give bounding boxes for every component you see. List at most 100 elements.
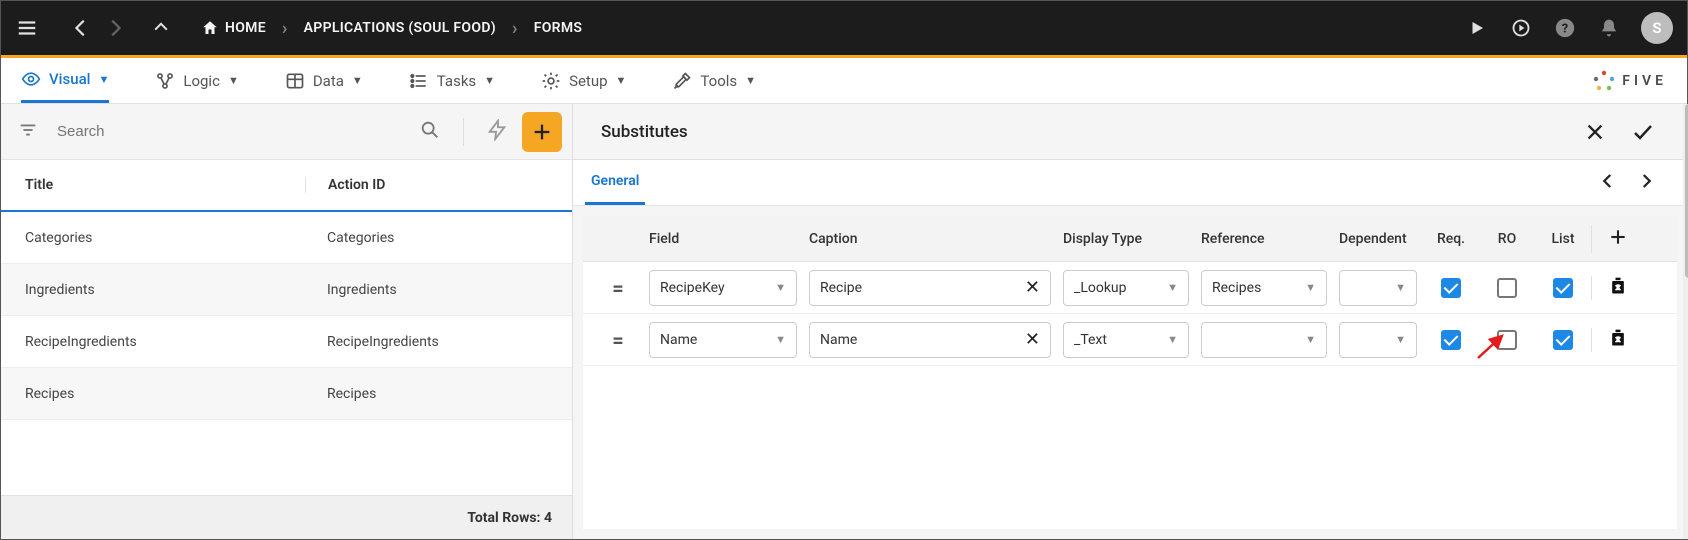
reference-select[interactable]: Recipes ▼ [1201,270,1327,306]
tab-visual[interactable]: Visual ▼ [21,58,109,103]
up-icon[interactable] [149,16,173,40]
menu-icon[interactable] [15,16,39,40]
search-input[interactable] [53,119,405,144]
close-icon[interactable] [1579,116,1611,148]
grid-row: = Name ▼ Name ✕ _Text ▼ [583,314,1677,366]
tab-tasks[interactable]: Tasks ▼ [409,58,495,103]
col-action-id[interactable]: Action ID [305,177,548,193]
forward-icon [103,16,127,40]
search-icon[interactable] [413,113,447,151]
next-icon[interactable] [1633,167,1659,199]
crumb-home[interactable]: HOME [201,19,266,37]
bell-icon[interactable] [1597,16,1621,40]
drag-handle-icon[interactable]: = [612,328,623,352]
five-icon [1592,69,1616,93]
plus-icon [531,121,553,143]
req-checkbox[interactable] [1441,330,1461,350]
tab-tools[interactable]: Tools ▼ [672,58,756,103]
tab-logic[interactable]: Logic ▼ [155,58,238,103]
crumb-applications[interactable]: APPLICATIONS (SOUL FOOD) [304,20,496,36]
clear-icon[interactable]: ✕ [1025,277,1040,298]
caret-down-icon: ▼ [745,74,756,87]
tab-tasks-label: Tasks [437,72,476,90]
grid-header: Field Caption Display Type Reference Dep… [583,216,1677,262]
list-row[interactable]: RecipeIngredients RecipeIngredients [1,316,572,368]
list-footer: Total Rows: 4 [1,495,572,539]
field-value: RecipeKey [660,280,725,296]
main: Title Action ID Categories Categories In… [1,104,1687,539]
caption-input[interactable]: Name ✕ [809,322,1051,358]
field-select[interactable]: RecipeKey ▼ [649,270,797,306]
tabs-row: Visual ▼ Logic ▼ Data ▼ Tasks ▼ Setup ▼ … [1,58,1687,104]
chevron-right-icon: › [512,18,518,39]
clear-icon[interactable]: ✕ [1025,329,1040,350]
list-checkbox[interactable] [1553,330,1573,350]
filter-icon[interactable] [11,113,45,151]
caption-input[interactable]: Recipe ✕ [809,270,1051,306]
display-type-value: _Text [1074,332,1107,348]
add-row-button[interactable] [1608,225,1628,253]
tab-tools-label: Tools [700,72,737,90]
prev-icon[interactable] [1595,167,1621,199]
list-checkbox[interactable] [1553,278,1573,298]
col-reference: Reference [1195,231,1333,247]
brand-logo: FIVE [1592,69,1667,93]
field-select[interactable]: Name ▼ [649,322,797,358]
play-icon[interactable] [1465,16,1489,40]
list-body: Categories Categories Ingredients Ingred… [1,212,572,420]
grid-row: = RecipeKey ▼ Recipe ✕ _Lookup [583,262,1677,314]
separator [463,118,464,146]
col-ro: RO [1479,231,1535,247]
add-button[interactable] [522,112,562,152]
caption-value: Recipe [820,280,862,296]
tab-data[interactable]: Data ▼ [285,58,363,103]
plus-icon [1608,227,1628,247]
crumb-forms[interactable]: FORMS [534,20,583,36]
drag-handle-icon[interactable]: = [612,276,623,300]
dependent-select[interactable]: ▼ [1339,322,1417,358]
detail-tabs: General [573,160,1687,206]
back-icon[interactable] [69,16,93,40]
col-display-type: Display Type [1057,231,1195,247]
list-action: Ingredients [305,282,548,298]
col-title[interactable]: Title [25,177,305,193]
scrollbar[interactable] [1683,104,1688,539]
list-row[interactable]: Recipes Recipes [1,368,572,420]
total-rows: Total Rows: 4 [467,510,552,526]
help-icon[interactable]: ? [1553,16,1577,40]
caret-down-icon: ▼ [1305,333,1316,346]
tab-general[interactable]: General [585,160,645,205]
gear-icon [541,71,561,91]
detail-title: Substitutes [601,122,1563,142]
ro-checkbox[interactable] [1497,330,1517,350]
display-type-value: _Lookup [1074,280,1127,296]
col-dependent: Dependent [1333,231,1423,247]
list-row[interactable]: Categories Categories [1,212,572,264]
display-type-select[interactable]: _Text ▼ [1063,322,1189,358]
caret-down-icon: ▼ [484,74,495,87]
avatar[interactable]: S [1641,12,1673,44]
caret-down-icon: ▼ [352,74,363,87]
confirm-icon[interactable] [1627,116,1659,148]
tab-setup[interactable]: Setup ▼ [541,58,626,103]
dependent-select[interactable]: ▼ [1339,270,1417,306]
list-row[interactable]: Ingredients Ingredients [1,264,572,316]
caret-down-icon: ▼ [1167,333,1178,346]
reference-value: Recipes [1212,280,1261,296]
delete-row-icon[interactable] [1608,276,1628,300]
bolt-icon[interactable] [480,113,514,151]
list-action: RecipeIngredients [305,334,548,350]
caption-value: Name [820,332,857,348]
reference-select[interactable]: ▼ [1201,322,1327,358]
left-pane: Title Action ID Categories Categories In… [1,104,573,539]
detail-header: Substitutes [573,104,1687,160]
tools-icon [672,71,692,91]
delete-row-icon[interactable] [1608,328,1628,352]
explore-icon[interactable] [1509,16,1533,40]
ro-checkbox[interactable] [1497,278,1517,298]
display-type-select[interactable]: _Lookup ▼ [1063,270,1189,306]
list-title: Categories [25,230,305,246]
req-checkbox[interactable] [1441,278,1461,298]
tab-logic-label: Logic [183,72,220,90]
chevron-right-icon: › [282,18,288,39]
